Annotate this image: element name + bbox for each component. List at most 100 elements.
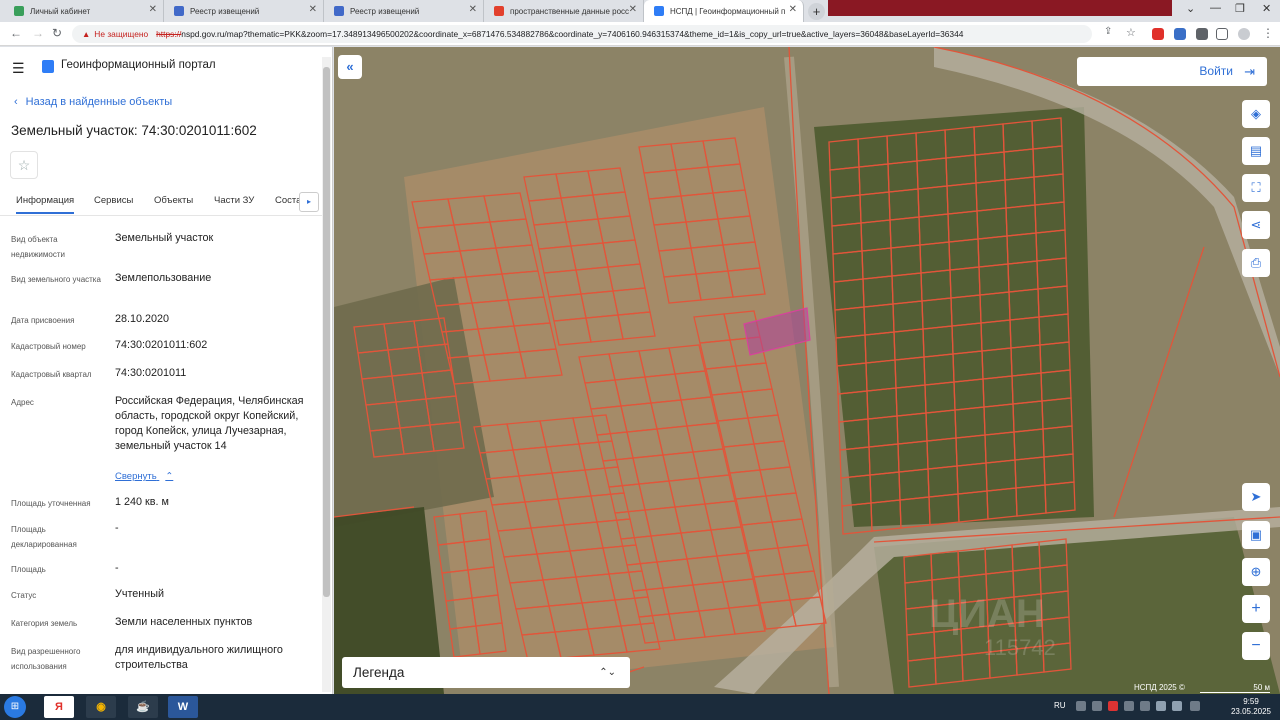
tray-icon[interactable] — [1140, 701, 1150, 711]
share-icon[interactable]: ⋖ — [1242, 211, 1270, 239]
tray-icon[interactable] — [1076, 701, 1086, 711]
bookmark-star-icon[interactable]: ☆ — [1126, 26, 1136, 39]
forward-arrow-icon[interactable]: → — [32, 26, 44, 40]
volume-icon[interactable] — [1172, 701, 1182, 711]
browser-menu-icon[interactable]: ⋮ — [1262, 26, 1274, 40]
panel-scrollbar[interactable] — [322, 57, 331, 692]
tab-reestr-2[interactable]: Реестр извещений ✕ — [324, 0, 484, 22]
url-field[interactable]: ▲ Не защищено https:// nspd.gov.ru/map?t… — [72, 25, 1092, 43]
reload-icon[interactable]: ↻ — [52, 26, 62, 40]
share-page-icon[interactable]: ⇪ — [1104, 26, 1112, 37]
watermark-logo: ЦИАН — [929, 592, 1045, 636]
tray-icon[interactable] — [1108, 701, 1118, 711]
profile-avatar-icon[interactable] — [1238, 28, 1250, 40]
favicon-icon — [334, 6, 344, 16]
collapse-label: Свернуть — [115, 471, 157, 482]
attr-label-status: Статус — [11, 591, 37, 600]
extension-shield-icon[interactable] — [1174, 28, 1186, 40]
tray-icon[interactable] — [1190, 701, 1200, 711]
address-bar: ← → ↻ ▲ Не защищено https:// nspd.gov.ru… — [0, 22, 1280, 46]
favicon-icon — [654, 6, 664, 16]
extension-yandex-icon[interactable] — [1152, 28, 1164, 40]
attr-label-area-declared: Площадь декларированная — [11, 525, 77, 549]
system-clock[interactable]: 9:59 23.05.2025 — [1226, 697, 1276, 717]
new-tab-button[interactable]: + — [808, 3, 825, 20]
attr-value-cadastral-quarter: 74:30:0201011 — [115, 367, 187, 379]
tab-nspd-active[interactable]: НСПД | Геоинформационный п ✕ — [644, 0, 804, 22]
close-tab-icon[interactable]: ✕ — [469, 4, 477, 15]
tab-lichny-kabinet[interactable]: Личный кабинет ✕ — [4, 0, 164, 22]
chevron-left-icon: ‹ — [14, 96, 18, 108]
attr-value-date: 28.10.2020 — [115, 313, 170, 325]
favicon-icon — [14, 6, 24, 16]
close-tab-icon[interactable]: ✕ — [309, 4, 317, 15]
close-window-icon[interactable]: ✕ — [1262, 2, 1271, 15]
tab-objects[interactable]: Объекты — [154, 195, 193, 206]
browser-tab-bar: Личный кабинет ✕ Реестр извещений ✕ Реес… — [0, 0, 1280, 22]
satellite-map — [334, 47, 1280, 694]
navigate-icon[interactable]: ➤ — [1242, 483, 1270, 511]
back-to-results-link[interactable]: ‹ Назад в найденные объекты — [14, 96, 172, 108]
chrome-app[interactable]: ◉ — [86, 696, 116, 718]
tab-parts[interactable]: Части ЗУ — [214, 195, 254, 206]
login-button[interactable]: Войти ⇥ — [1077, 57, 1267, 86]
attr-label-date: Дата присвоения — [11, 316, 75, 325]
layers-icon[interactable]: ◈ — [1242, 100, 1270, 128]
side-panel-icon[interactable] — [1216, 28, 1228, 40]
tab-reestr-1[interactable]: Реестр извещений ✕ — [164, 0, 324, 22]
map-view[interactable]: « Войти ⇥ ◈ ▤ ⛶ ⋖ ⎙ ➤ ▣ ⊕ + − ЦИАН 11574… — [334, 47, 1280, 694]
minimize-icon[interactable]: — — [1210, 2, 1221, 14]
tray-icon[interactable] — [1092, 701, 1102, 711]
close-tab-icon[interactable]: ✕ — [149, 4, 157, 15]
watermark-id: 115742 — [984, 635, 1056, 660]
collapse-link[interactable]: Свернуть ⌃ — [115, 471, 173, 482]
attr-value-area-declared: - — [115, 522, 119, 534]
minimap-icon[interactable]: ▣ — [1242, 521, 1270, 549]
attr-label-object-type: Вид объекта недвижимости — [11, 235, 65, 259]
url-text: nspd.gov.ru/map?thematic=PKK&zoom=17.348… — [181, 29, 964, 39]
select-area-icon[interactable]: ⛶ — [1242, 174, 1270, 202]
locate-icon[interactable]: ⊕ — [1242, 558, 1270, 586]
back-arrow-icon[interactable]: ← — [10, 26, 22, 40]
tab-prostranstvennye[interactable]: пространственные данные росс ✕ — [484, 0, 644, 22]
extensions-puzzle-icon[interactable] — [1196, 28, 1208, 40]
start-button[interactable]: ⊞ — [4, 696, 26, 718]
chevron-updown-icon: ⌃⌄ — [599, 667, 616, 678]
zoom-in-icon[interactable]: + — [1242, 595, 1270, 623]
attr-label-area: Площадь — [11, 565, 46, 574]
tab-services[interactable]: Сервисы — [94, 195, 133, 206]
collapse-panel-icon[interactable]: « — [338, 55, 362, 79]
tab-search-icon[interactable]: ⌄ — [1186, 2, 1195, 15]
maximize-icon[interactable]: ❐ — [1235, 2, 1245, 15]
app-title: Геоинформационный портал — [61, 59, 216, 71]
close-tab-icon[interactable]: ✕ — [789, 4, 797, 15]
attr-label-permitted-use: Вид разрешенного использования — [11, 647, 81, 671]
close-tab-icon[interactable]: ✕ — [629, 4, 637, 15]
scrollbar-thumb[interactable] — [323, 67, 330, 597]
tabs-scroll-right-icon[interactable]: ▸ — [299, 192, 319, 212]
network-icon[interactable] — [1156, 701, 1166, 711]
tray-icon[interactable] — [1124, 701, 1134, 711]
menu-icon[interactable]: ☰ — [12, 60, 25, 77]
tab-information[interactable]: Информация — [16, 195, 75, 214]
legend-label: Легенда — [353, 665, 405, 680]
word-app[interactable]: W — [168, 696, 198, 718]
legend-dropdown[interactable]: Легенда ⌃⌄ — [342, 657, 630, 688]
print-icon[interactable]: ⎙ — [1242, 249, 1270, 277]
map-attribution: НСПД 2025 © — [1134, 683, 1185, 692]
zoom-out-icon[interactable]: − — [1242, 632, 1270, 660]
warning-icon: ▲ — [82, 29, 91, 39]
attr-value-status: Учтенный — [115, 588, 165, 600]
tab-title: Реестр извещений — [350, 6, 420, 16]
attr-value-permitted-use: для индивидуального жилищного строительс… — [115, 644, 283, 671]
attr-value-cadastral-number: 74:30:0201011:602 — [115, 339, 208, 351]
ruler-icon[interactable]: ▤ — [1242, 137, 1270, 165]
java-app[interactable]: ☕ — [128, 696, 158, 718]
info-tabs: Информация Сервисы Объекты Части ЗУ Сост… — [0, 188, 322, 216]
tab-title: Личный кабинет — [30, 6, 91, 16]
clock-time: 9:59 — [1243, 697, 1259, 706]
window-drag-area — [828, 0, 1172, 16]
favorite-star-icon[interactable]: ☆ — [10, 151, 38, 179]
yandex-browser-app[interactable]: Я — [44, 696, 74, 718]
language-indicator[interactable]: RU — [1054, 701, 1066, 710]
